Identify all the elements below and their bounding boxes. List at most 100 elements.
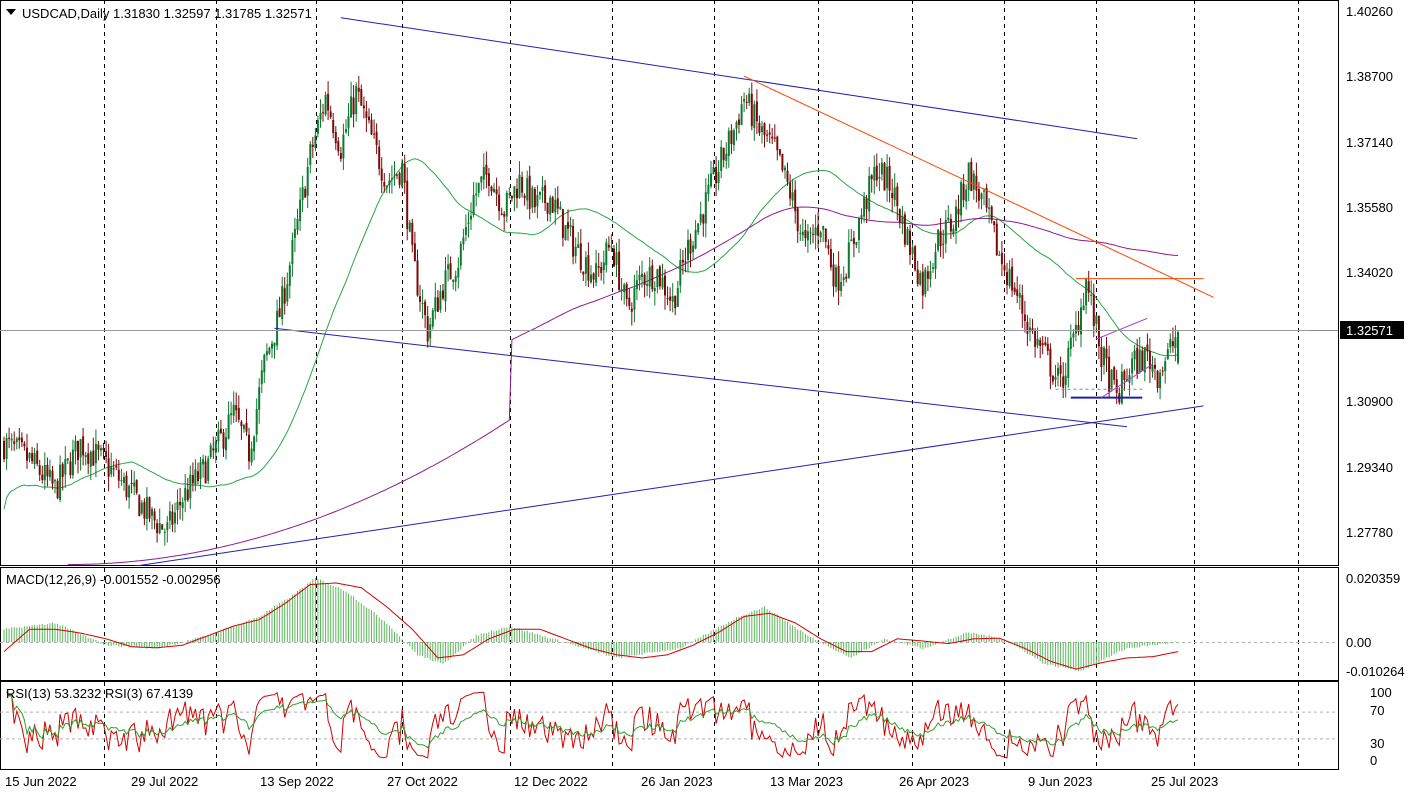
candle-body xyxy=(1136,347,1139,374)
candle-body xyxy=(373,133,376,135)
candle-body xyxy=(439,291,442,310)
candle-body xyxy=(952,228,955,235)
candle-body xyxy=(656,269,659,288)
candle-body xyxy=(526,178,529,201)
candle-body xyxy=(485,164,488,175)
candle-body xyxy=(459,243,462,266)
candle-body xyxy=(10,438,13,441)
candle-body xyxy=(92,450,95,466)
candle-body xyxy=(393,175,396,177)
candle-body xyxy=(725,153,728,161)
candle-body xyxy=(661,277,664,288)
candle-body xyxy=(829,249,832,268)
candle-body xyxy=(449,263,452,280)
candle-body xyxy=(1131,358,1134,374)
candle-body xyxy=(360,89,363,106)
candle-body xyxy=(646,284,649,286)
candle-body xyxy=(240,421,243,427)
ma-fast-line xyxy=(3,158,1179,510)
candle-body xyxy=(1023,314,1026,321)
candle-body xyxy=(980,193,983,200)
candle-body xyxy=(536,195,539,207)
candle-body xyxy=(842,277,845,281)
candle-body xyxy=(156,523,159,534)
candle-body xyxy=(23,443,26,447)
candle-body xyxy=(868,175,871,212)
candle-body xyxy=(809,232,812,234)
candle-body xyxy=(513,186,516,198)
candle-body xyxy=(508,193,511,195)
candle-body xyxy=(138,495,141,517)
candle-body xyxy=(1151,364,1154,372)
candle-body xyxy=(212,448,215,451)
candle-body xyxy=(319,112,322,120)
candle-body xyxy=(605,242,608,266)
y-tick: 0.020359 xyxy=(1346,571,1400,586)
x-tick: 27 Oct 2022 xyxy=(387,774,458,789)
candle-body xyxy=(903,214,906,245)
candle-body xyxy=(773,137,776,139)
candle-body xyxy=(184,487,187,501)
candle-body xyxy=(1108,356,1111,392)
candle-body xyxy=(301,187,304,200)
y-tick: 30 xyxy=(1370,736,1384,751)
candle-body xyxy=(1110,369,1113,390)
candle-body xyxy=(171,511,174,525)
y-tick: 1.38700 xyxy=(1346,69,1393,84)
candle-body xyxy=(1138,349,1141,373)
candle-body xyxy=(370,119,373,135)
candle-body xyxy=(784,167,786,171)
candle-body xyxy=(281,286,284,319)
candle-body xyxy=(385,186,388,188)
candle-body xyxy=(1095,315,1098,324)
candle-body xyxy=(727,130,730,157)
candle-body xyxy=(472,195,475,215)
candle-body xyxy=(717,171,720,183)
candle-body xyxy=(977,189,980,201)
x-tick: 26 Jan 2023 xyxy=(641,774,713,789)
candle-body xyxy=(559,206,562,210)
candle-body xyxy=(186,489,189,501)
candle-body xyxy=(730,130,733,144)
candle-body xyxy=(799,232,802,234)
candle-body xyxy=(722,147,725,161)
candle-body xyxy=(258,387,261,410)
candle-body xyxy=(858,218,860,241)
candle-body xyxy=(411,222,414,245)
candle-body xyxy=(125,475,128,498)
candle-body xyxy=(957,208,960,215)
candle-body xyxy=(207,458,210,481)
candle-body xyxy=(569,225,572,228)
candle-body xyxy=(814,227,817,236)
resistance-trendline xyxy=(743,75,1214,298)
candle-body xyxy=(855,242,858,246)
candle-body xyxy=(1156,370,1159,388)
candle-body xyxy=(1164,361,1167,372)
candle-body xyxy=(965,189,968,202)
candle-body xyxy=(781,153,784,171)
candle-body xyxy=(684,261,687,263)
candle-body xyxy=(748,93,751,103)
candle-body xyxy=(998,254,1001,256)
candle-body xyxy=(893,187,896,201)
candle-body xyxy=(544,185,547,204)
candle-body xyxy=(1026,322,1029,334)
candle-body xyxy=(225,437,227,451)
candle-body xyxy=(230,413,233,416)
candle-body xyxy=(429,324,432,339)
candle-body xyxy=(929,271,932,280)
candle-body xyxy=(1177,332,1179,363)
candle-body xyxy=(462,237,465,245)
candle-body xyxy=(166,522,169,531)
y-tick: -0.010264 xyxy=(1346,664,1405,679)
candle-body xyxy=(1021,295,1024,314)
candle-body xyxy=(161,524,164,530)
candle-body xyxy=(983,190,985,192)
candle-body xyxy=(378,146,381,169)
price-panel xyxy=(0,17,1338,566)
candle-body xyxy=(592,273,595,280)
candle-body xyxy=(587,255,590,281)
candlesticks xyxy=(3,75,1179,546)
collapse-triangle-icon[interactable] xyxy=(6,9,16,15)
candle-body xyxy=(607,244,610,248)
